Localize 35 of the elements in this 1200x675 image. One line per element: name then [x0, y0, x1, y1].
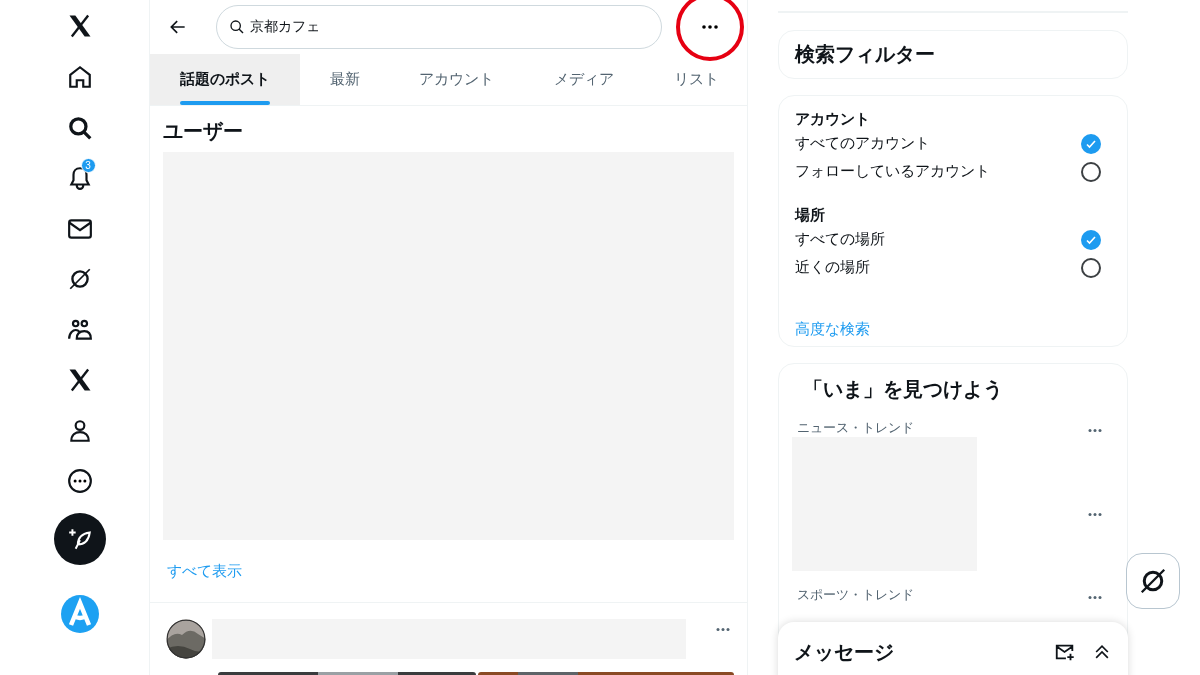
filter-group-title: 場所 — [795, 204, 826, 225]
notification-badge: 3 — [80, 158, 96, 173]
grok-button[interactable] — [1126, 553, 1180, 609]
trend-category: ニュース・トレンド — [797, 418, 914, 437]
search-icon — [229, 19, 245, 35]
more-icon[interactable] — [1087, 427, 1103, 433]
filter-option: 近くの場所 — [795, 256, 870, 279]
tab[interactable]: リスト — [645, 54, 747, 105]
card-title: 「いま」を見つけよう — [802, 376, 1004, 402]
radio-button[interactable] — [1081, 257, 1101, 278]
filter-group-title: アカウント — [795, 108, 871, 129]
radio-button[interactable] — [1081, 133, 1101, 154]
more-icon[interactable] — [1087, 512, 1103, 518]
tab[interactable]: 最新 — [299, 54, 390, 105]
slashed-circle-icon — [1138, 566, 1168, 596]
filter-option: すべてのアカウント — [795, 132, 930, 155]
tab[interactable]: アカウント — [389, 54, 524, 105]
search-field[interactable]: 京都カフェ — [216, 5, 662, 49]
filter-option: フォローしているアカウント — [795, 160, 990, 183]
search-icon[interactable] — [66, 114, 93, 141]
filter-option: すべての場所 — [795, 228, 885, 251]
tab[interactable]: 話題のポスト — [150, 54, 300, 105]
account-avatar-icon[interactable] — [60, 594, 99, 633]
messages-title: メッセージ — [794, 640, 894, 665]
radio-button[interactable] — [1081, 161, 1101, 182]
home-icon[interactable] — [66, 64, 93, 91]
trend-category: スポーツ・トレンド — [797, 586, 914, 605]
card-title: 検索フィルター — [795, 42, 935, 68]
radio-button[interactable] — [1081, 229, 1101, 250]
more-circle-icon[interactable] — [66, 468, 93, 495]
section-title: ユーザー — [163, 119, 244, 144]
tab[interactable]: メディア — [523, 54, 646, 105]
more-icon[interactable] — [700, 24, 720, 30]
more-icon[interactable] — [715, 627, 731, 632]
more-icon[interactable] — [1087, 595, 1103, 601]
